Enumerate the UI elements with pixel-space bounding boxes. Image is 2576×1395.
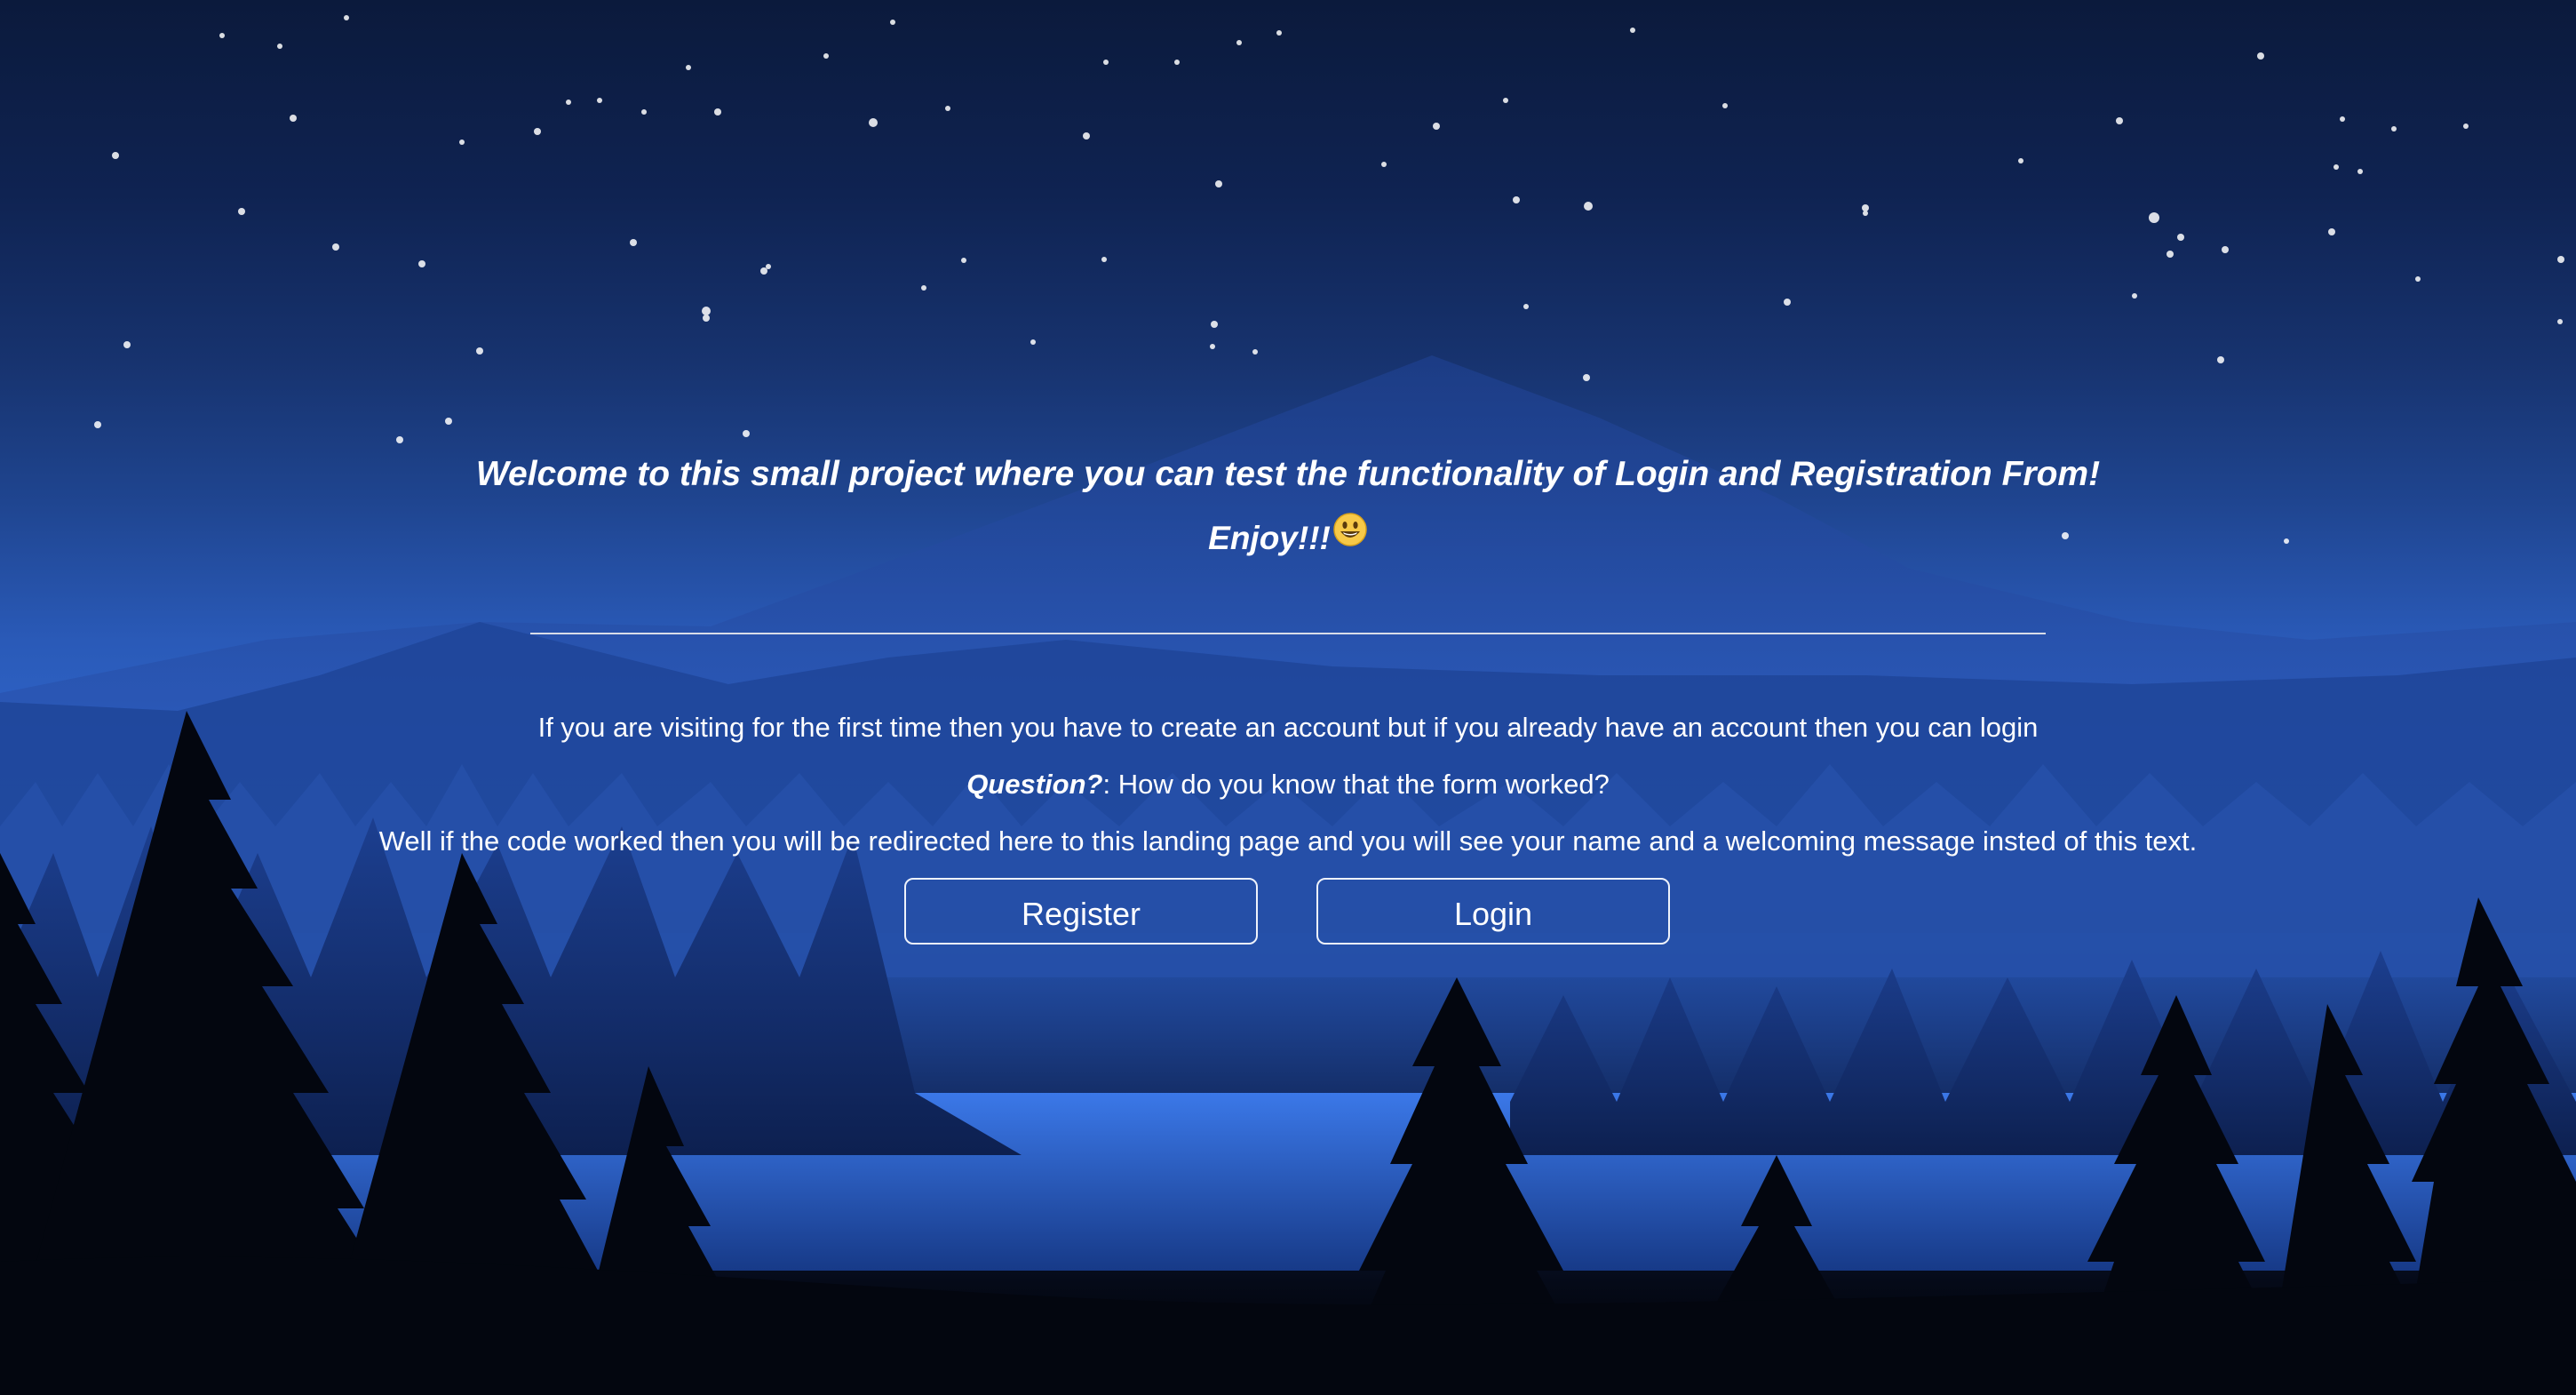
landing-content: Welcome to this small project where you … [0,0,2576,1395]
register-button[interactable]: Register [904,878,1258,945]
divider-line [530,633,2046,634]
enjoy-heading: Enjoy!!! [0,512,2576,565]
landing-page: Welcome to this small project where you … [0,0,2576,1395]
enjoy-text: Enjoy!!! [1208,520,1331,556]
explanation-text: Well if the code worked then you will be… [378,825,2198,857]
welcome-heading: Welcome to this small project where you … [475,455,2101,493]
smiling-face-icon [1332,512,1368,562]
question-body: : How do you know that the form worked? [1102,769,1610,800]
intro-text: If you are visiting for the first time t… [537,712,2039,743]
question-label: Question? [966,769,1103,800]
question-text: Question?: How do you know that the form… [0,764,2576,805]
login-button[interactable]: Login [1316,878,1670,945]
